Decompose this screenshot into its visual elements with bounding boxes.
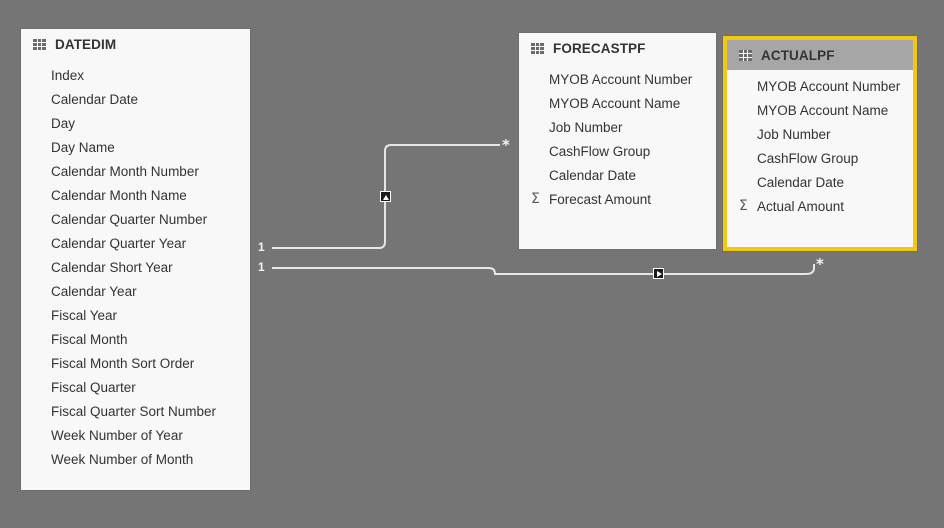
- field-label: Calendar Month Name: [51, 187, 187, 203]
- field-label: Fiscal Quarter: [51, 379, 136, 395]
- field-label: CashFlow Group: [757, 150, 859, 166]
- cardinality-many-actualpf: *: [816, 255, 824, 273]
- field-row[interactable]: Fiscal Month: [21, 327, 250, 351]
- field-row[interactable]: Calendar Short Year: [21, 255, 250, 279]
- table-header-forecastpf[interactable]: FORECASTPF: [519, 33, 716, 63]
- field-label: Calendar Date: [757, 174, 845, 190]
- table-title: ACTUALPF: [761, 47, 835, 63]
- field-row[interactable]: Week Number of Month: [21, 447, 250, 471]
- field-row[interactable]: CashFlow Group: [727, 146, 913, 170]
- field-row[interactable]: Fiscal Month Sort Order: [21, 351, 250, 375]
- table-grid-icon: [531, 42, 544, 54]
- field-label: Index: [51, 67, 85, 83]
- cardinality-one-forecastpf: 1: [258, 240, 265, 254]
- field-row-measure[interactable]: Σ Forecast Amount: [519, 187, 716, 211]
- field-row[interactable]: Calendar Year: [21, 279, 250, 303]
- field-label: Fiscal Year: [51, 307, 118, 323]
- field-row[interactable]: Week Number of Year: [21, 423, 250, 447]
- field-row[interactable]: MYOB Account Number: [519, 67, 716, 91]
- field-row[interactable]: CashFlow Group: [519, 139, 716, 163]
- table-header-actualpf[interactable]: ACTUALPF: [727, 40, 913, 70]
- table-card-actualpf[interactable]: ACTUALPF MYOB Account Number MYOB Accoun…: [723, 36, 917, 251]
- table-grid-icon: [33, 38, 46, 50]
- triangle-right-icon[interactable]: [653, 268, 664, 279]
- field-row[interactable]: Fiscal Quarter: [21, 375, 250, 399]
- field-label: Calendar Month Number: [51, 163, 199, 179]
- field-row[interactable]: Calendar Month Name: [21, 183, 250, 207]
- field-row[interactable]: MYOB Account Number: [727, 74, 913, 98]
- field-label: Day: [51, 115, 76, 131]
- field-label: Calendar Date: [549, 167, 637, 183]
- field-label: Calendar Quarter Number: [51, 211, 208, 227]
- table-card-forecastpf[interactable]: FORECASTPF MYOB Account Number MYOB Acco…: [519, 33, 716, 249]
- field-row[interactable]: Calendar Date: [519, 163, 716, 187]
- model-relationship-canvas[interactable]: 1 1 * * DATEDIM Index Calendar Date Day …: [0, 0, 944, 528]
- field-row[interactable]: Job Number: [519, 115, 716, 139]
- field-row-measure[interactable]: Σ Actual Amount: [727, 194, 913, 218]
- field-label: Calendar Year: [51, 283, 137, 299]
- field-label: Calendar Quarter Year: [51, 235, 187, 251]
- field-label: Calendar Short Year: [51, 259, 173, 275]
- field-list-datedim: Index Calendar Date Day Day Name Calenda…: [21, 59, 250, 471]
- field-list-actualpf: MYOB Account Number MYOB Account Name Jo…: [727, 70, 913, 218]
- sigma-icon: Σ: [531, 191, 540, 207]
- field-row[interactable]: MYOB Account Name: [519, 91, 716, 115]
- field-row[interactable]: Calendar Date: [21, 87, 250, 111]
- field-label: Job Number: [757, 126, 831, 142]
- field-label: Forecast Amount: [549, 191, 652, 207]
- field-row[interactable]: Index: [21, 63, 250, 87]
- field-label: MYOB Account Name: [757, 102, 889, 118]
- field-label: Day Name: [51, 139, 115, 155]
- field-label: Week Number of Month: [51, 451, 194, 467]
- field-label: Actual Amount: [757, 198, 845, 214]
- triangle-up-icon[interactable]: [380, 191, 391, 202]
- field-row[interactable]: MYOB Account Name: [727, 98, 913, 122]
- cardinality-one-actualpf: 1: [258, 260, 265, 274]
- table-card-datedim[interactable]: DATEDIM Index Calendar Date Day Day Name…: [21, 29, 250, 490]
- table-grid-icon: [739, 49, 752, 61]
- field-label: CashFlow Group: [549, 143, 651, 159]
- cardinality-many-forecastpf: *: [502, 136, 510, 154]
- field-label: Fiscal Month Sort Order: [51, 355, 195, 371]
- field-row[interactable]: Calendar Date: [727, 170, 913, 194]
- field-row[interactable]: Job Number: [727, 122, 913, 146]
- field-label: Job Number: [549, 119, 623, 135]
- field-label: Fiscal Quarter Sort Number: [51, 403, 217, 419]
- field-label: MYOB Account Number: [549, 71, 693, 87]
- table-title: FORECASTPF: [553, 40, 646, 56]
- field-row[interactable]: Day Name: [21, 135, 250, 159]
- field-label: MYOB Account Name: [549, 95, 681, 111]
- table-header-datedim[interactable]: DATEDIM: [21, 29, 250, 59]
- table-title: DATEDIM: [55, 36, 117, 52]
- field-label: Calendar Date: [51, 91, 139, 107]
- field-row[interactable]: Day: [21, 111, 250, 135]
- field-list-forecastpf: MYOB Account Number MYOB Account Name Jo…: [519, 63, 716, 211]
- field-row[interactable]: Calendar Quarter Year: [21, 231, 250, 255]
- field-label: MYOB Account Number: [757, 78, 901, 94]
- field-row[interactable]: Calendar Quarter Number: [21, 207, 250, 231]
- field-label: Week Number of Year: [51, 427, 183, 443]
- field-row[interactable]: Fiscal Year: [21, 303, 250, 327]
- field-label: Fiscal Month: [51, 331, 128, 347]
- field-row[interactable]: Calendar Month Number: [21, 159, 250, 183]
- field-row[interactable]: Fiscal Quarter Sort Number: [21, 399, 250, 423]
- relationship-line-datedim-actualpf[interactable]: [272, 264, 815, 275]
- sigma-icon: Σ: [739, 198, 748, 214]
